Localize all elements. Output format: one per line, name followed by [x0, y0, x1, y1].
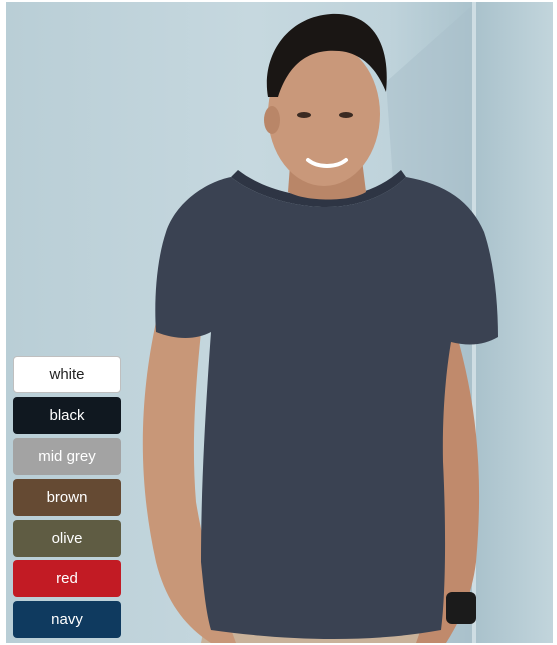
swatch-red[interactable]: red [13, 560, 121, 597]
swatch-olive[interactable]: olive [13, 520, 121, 557]
swatch-mid-grey[interactable]: mid grey [13, 438, 121, 475]
product-image-frame: white black mid grey brown olive red nav… [0, 0, 557, 645]
swatch-label: white [49, 366, 85, 383]
swatch-label: black [49, 407, 85, 424]
swatch-label: brown [46, 489, 88, 506]
swatch-brown[interactable]: brown [13, 479, 121, 516]
swatch-label: mid grey [38, 448, 96, 465]
swatch-label: red [56, 570, 78, 587]
swatch-label: navy [51, 611, 83, 628]
swatch-label: olive [51, 530, 83, 547]
swatch-black[interactable]: black [13, 397, 121, 434]
swatch-navy[interactable]: navy [13, 601, 121, 638]
swatch-white[interactable]: white [13, 356, 121, 393]
